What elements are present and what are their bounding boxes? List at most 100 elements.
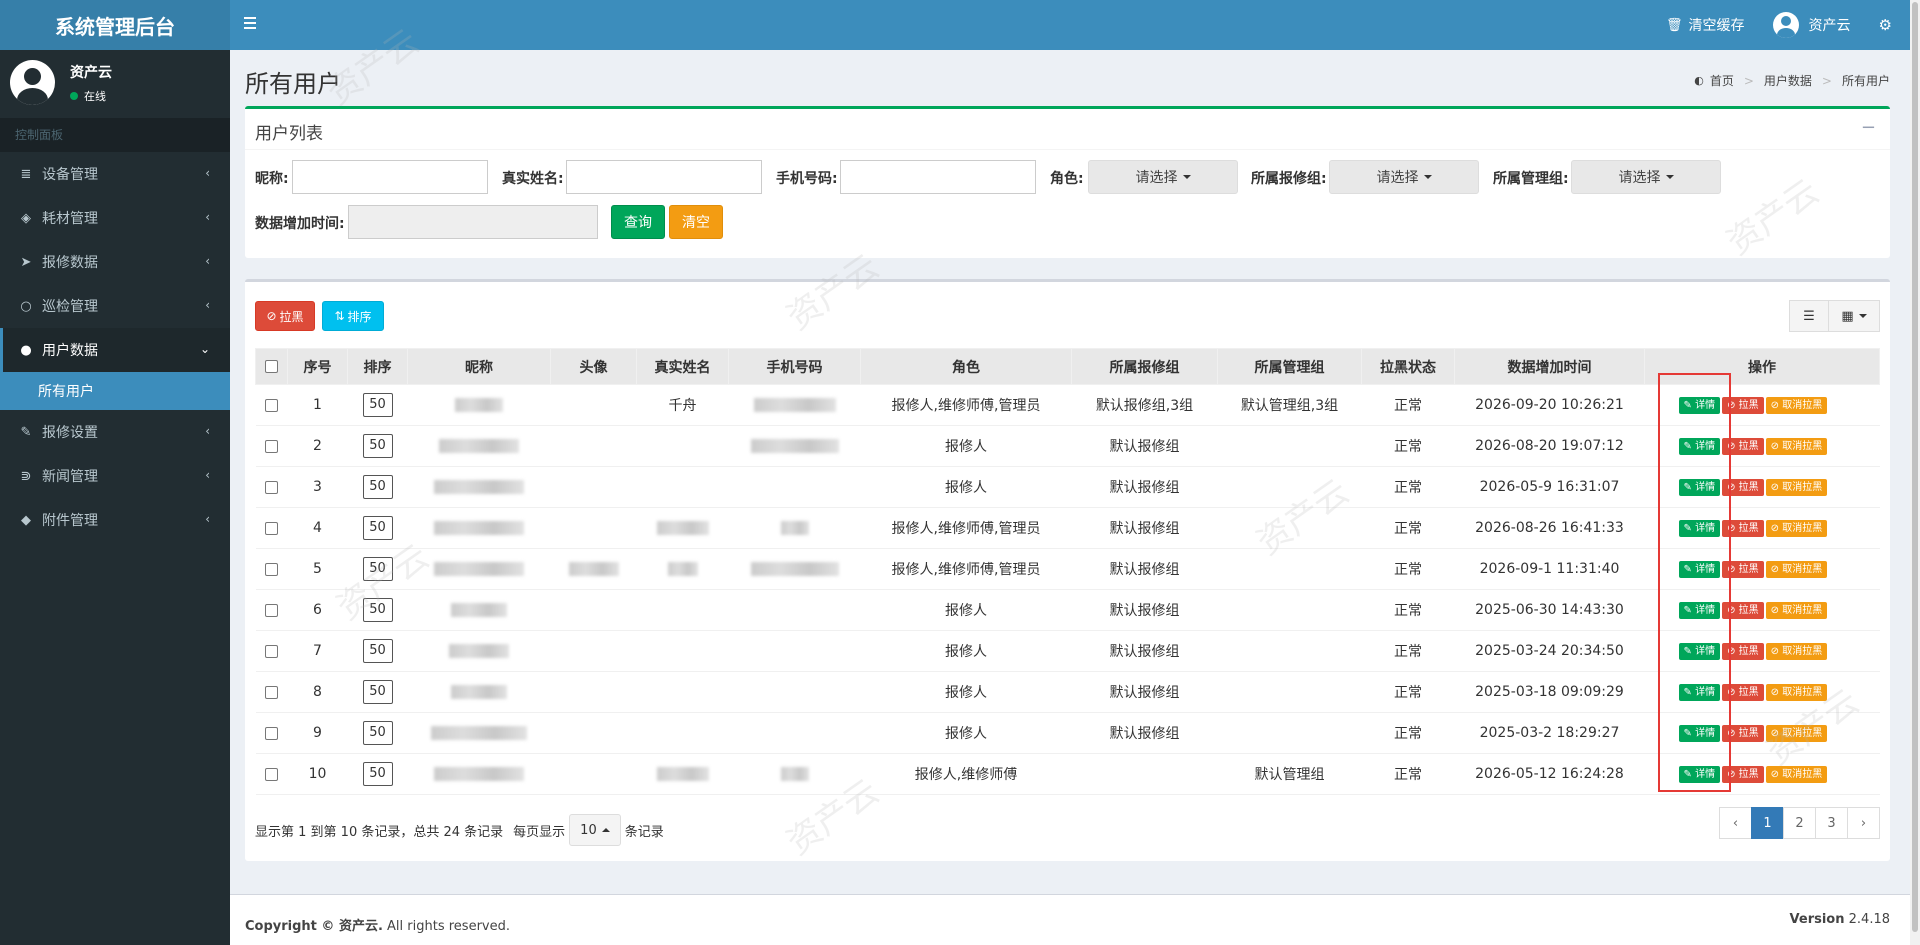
row-blacklist-button[interactable]: ⊘ 拉黑 — [1722, 479, 1764, 496]
row-blacklist-button[interactable]: ⊘ 拉黑 — [1722, 766, 1764, 783]
table-row[interactable]: 9 50 报修人 默认报修组 正常 2025-03-2 18:29:27 ✎ 详… — [255, 712, 1880, 754]
row-blacklist-button[interactable]: ⊘ 拉黑 — [1722, 561, 1764, 578]
table-row[interactable]: 2 50 报修人 默认报修组 正常 2026-08-20 19:07:12 ✎ … — [255, 425, 1880, 467]
row-checkbox[interactable] — [265, 685, 278, 699]
row-checkbox[interactable] — [265, 562, 278, 576]
row-checkbox[interactable] — [265, 521, 278, 535]
table-row[interactable]: 8 50 报修人 默认报修组 正常 2025-03-18 09:09:29 ✎ … — [255, 671, 1880, 713]
clear-cache-link[interactable]: 🗑 清空缓存 — [1652, 0, 1759, 50]
sidebar-item-news[interactable]: ⋑ 新闻管理 ‹ — [0, 454, 230, 498]
unblacklist-button[interactable]: ⊘ 取消拉黑 — [1765, 479, 1828, 496]
detail-button[interactable]: ✎ 详情 — [1678, 684, 1721, 701]
sidebar-subitem-all-users[interactable]: 所有用户 — [0, 372, 230, 410]
page-scrollbar[interactable] — [1910, 0, 1920, 945]
page-prev[interactable]: ‹ — [1719, 807, 1752, 839]
phone-input[interactable] — [840, 160, 1036, 194]
sort-button[interactable]: ⇅ 排序 — [322, 301, 384, 331]
row-blacklist-button[interactable]: ⊘ 拉黑 — [1722, 725, 1764, 742]
sort-input[interactable]: 50 — [362, 639, 393, 663]
unblacklist-button[interactable]: ⊘ 取消拉黑 — [1765, 561, 1828, 578]
sort-input[interactable]: 50 — [362, 516, 393, 540]
row-checkbox[interactable] — [265, 398, 278, 412]
collapse-icon[interactable]: − — [1861, 117, 1876, 138]
table-row[interactable]: 6 50 报修人 默认报修组 正常 2025-06-30 14:43:30 ✎ … — [255, 589, 1880, 631]
sidebar-item-consumables[interactable]: ◈ 耗材管理 ‹ — [0, 196, 230, 240]
date-range-input[interactable] — [348, 205, 598, 239]
clear-button[interactable]: 清空 — [669, 205, 723, 239]
row-checkbox[interactable] — [265, 603, 278, 617]
detail-button[interactable]: ✎ 详情 — [1678, 520, 1721, 537]
header-status[interactable]: 拉黑状态 — [1361, 348, 1455, 385]
role-select[interactable]: 请选择 — [1088, 160, 1238, 194]
table-row[interactable]: 10 50 报修人,维修师傅 默认管理组 正常 2026-05-12 16:24… — [255, 753, 1880, 795]
list-view-icon[interactable]: ☰ — [1789, 300, 1829, 332]
breadcrumb-home[interactable]: 首页 — [1710, 72, 1734, 89]
unblacklist-button[interactable]: ⊘ 取消拉黑 — [1765, 643, 1828, 660]
sidebar-item-user-data[interactable]: ● 用户数据 ⌄ — [0, 328, 230, 372]
sidebar-item-attachments[interactable]: ◆ 附件管理 ‹ — [0, 498, 230, 542]
row-checkbox[interactable] — [265, 726, 278, 740]
manage-group-select[interactable]: 请选择 — [1571, 160, 1721, 194]
row-blacklist-button[interactable]: ⊘ 拉黑 — [1722, 602, 1764, 619]
blacklist-button[interactable]: ⊘ 拉黑 — [255, 301, 315, 331]
sort-input[interactable]: 50 — [362, 557, 393, 581]
header-phone[interactable]: 手机号码 — [728, 348, 861, 385]
header-no[interactable]: 序号 — [287, 348, 348, 385]
sidebar-item-inspection[interactable]: ○ 巡检管理 ‹ — [0, 284, 230, 328]
copyright-name[interactable]: 资产云. — [339, 919, 383, 934]
realname-input[interactable] — [566, 160, 762, 194]
unblacklist-button[interactable]: ⊘ 取消拉黑 — [1765, 520, 1828, 537]
detail-button[interactable]: ✎ 详情 — [1678, 643, 1721, 660]
row-blacklist-button[interactable]: ⊘ 拉黑 — [1722, 643, 1764, 660]
header-avatar[interactable]: 头像 — [550, 348, 637, 385]
row-blacklist-button[interactable]: ⊘ 拉黑 — [1722, 520, 1764, 537]
detail-button[interactable]: ✎ 详情 — [1678, 725, 1721, 742]
user-menu[interactable]: 资产云 — [1759, 0, 1865, 50]
header-realname[interactable]: 真实姓名 — [636, 348, 729, 385]
unblacklist-button[interactable]: ⊘ 取消拉黑 — [1765, 602, 1828, 619]
detail-button[interactable]: ✎ 详情 — [1678, 602, 1721, 619]
page-2[interactable]: 2 — [1783, 807, 1816, 839]
row-blacklist-button[interactable]: ⊘ 拉黑 — [1722, 684, 1764, 701]
scrollbar-thumb[interactable] — [1912, 2, 1918, 932]
sidebar-item-repair-data[interactable]: ➤ 报修数据 ‹ — [0, 240, 230, 284]
header-time[interactable]: 数据增加时间 — [1454, 348, 1645, 385]
table-row[interactable]: 4 50 报修人,维修师傅,管理员 默认报修组 正常 2026-08-26 16… — [255, 507, 1880, 549]
row-checkbox[interactable] — [265, 644, 278, 658]
row-blacklist-button[interactable]: ⊘ 拉黑 — [1722, 397, 1764, 414]
unblacklist-button[interactable]: ⊘ 取消拉黑 — [1765, 684, 1828, 701]
table-row[interactable]: 5 50 报修人,维修师傅,管理员 默认报修组 正常 2026-09-1 11:… — [255, 548, 1880, 590]
breadcrumb-user-data[interactable]: 用户数据 — [1764, 72, 1812, 89]
page-3[interactable]: 3 — [1815, 807, 1848, 839]
query-button[interactable]: 查询 — [611, 205, 665, 239]
table-row[interactable]: 1 50 千舟 报修人,维修师傅,管理员 默认报修组,3组 默认管理组,3组 正… — [255, 384, 1880, 426]
sidebar-item-device[interactable]: ≣ 设备管理 ‹ — [0, 152, 230, 196]
table-row[interactable]: 7 50 报修人 默认报修组 正常 2025-03-24 20:34:50 ✎ … — [255, 630, 1880, 672]
sort-input[interactable]: 50 — [362, 762, 393, 786]
detail-button[interactable]: ✎ 详情 — [1678, 438, 1721, 455]
detail-button[interactable]: ✎ 详情 — [1678, 397, 1721, 414]
sort-input[interactable]: 50 — [362, 598, 393, 622]
table-row[interactable]: 3 50 报修人 默认报修组 正常 2026-05-9 16:31:07 ✎ 详… — [255, 466, 1880, 508]
select-all-checkbox[interactable] — [265, 360, 278, 373]
unblacklist-button[interactable]: ⊘ 取消拉黑 — [1765, 397, 1828, 414]
header-nickname[interactable]: 昵称 — [407, 348, 551, 385]
sidebar-toggle-icon[interactable] — [244, 12, 266, 34]
header-sort[interactable]: 排序 — [347, 348, 408, 385]
unblacklist-button[interactable]: ⊘ 取消拉黑 — [1765, 725, 1828, 742]
header-role[interactable]: 角色 — [860, 348, 1072, 385]
row-checkbox[interactable] — [265, 767, 278, 781]
settings-link[interactable]: ⚙ — [1865, 0, 1910, 50]
sort-input[interactable]: 50 — [362, 434, 393, 458]
sidebar-item-repair-settings[interactable]: ✎ 报修设置 ‹ — [0, 410, 230, 454]
page-1[interactable]: 1 — [1751, 807, 1784, 839]
row-checkbox[interactable] — [265, 439, 278, 453]
nickname-input[interactable] — [292, 160, 488, 194]
repair-group-select[interactable]: 请选择 — [1329, 160, 1479, 194]
app-logo[interactable]: 系统管理后台 — [0, 0, 230, 50]
detail-button[interactable]: ✎ 详情 — [1678, 561, 1721, 578]
detail-button[interactable]: ✎ 详情 — [1678, 479, 1721, 496]
sort-input[interactable]: 50 — [362, 721, 393, 745]
sort-input[interactable]: 50 — [362, 475, 393, 499]
row-checkbox[interactable] — [265, 480, 278, 494]
